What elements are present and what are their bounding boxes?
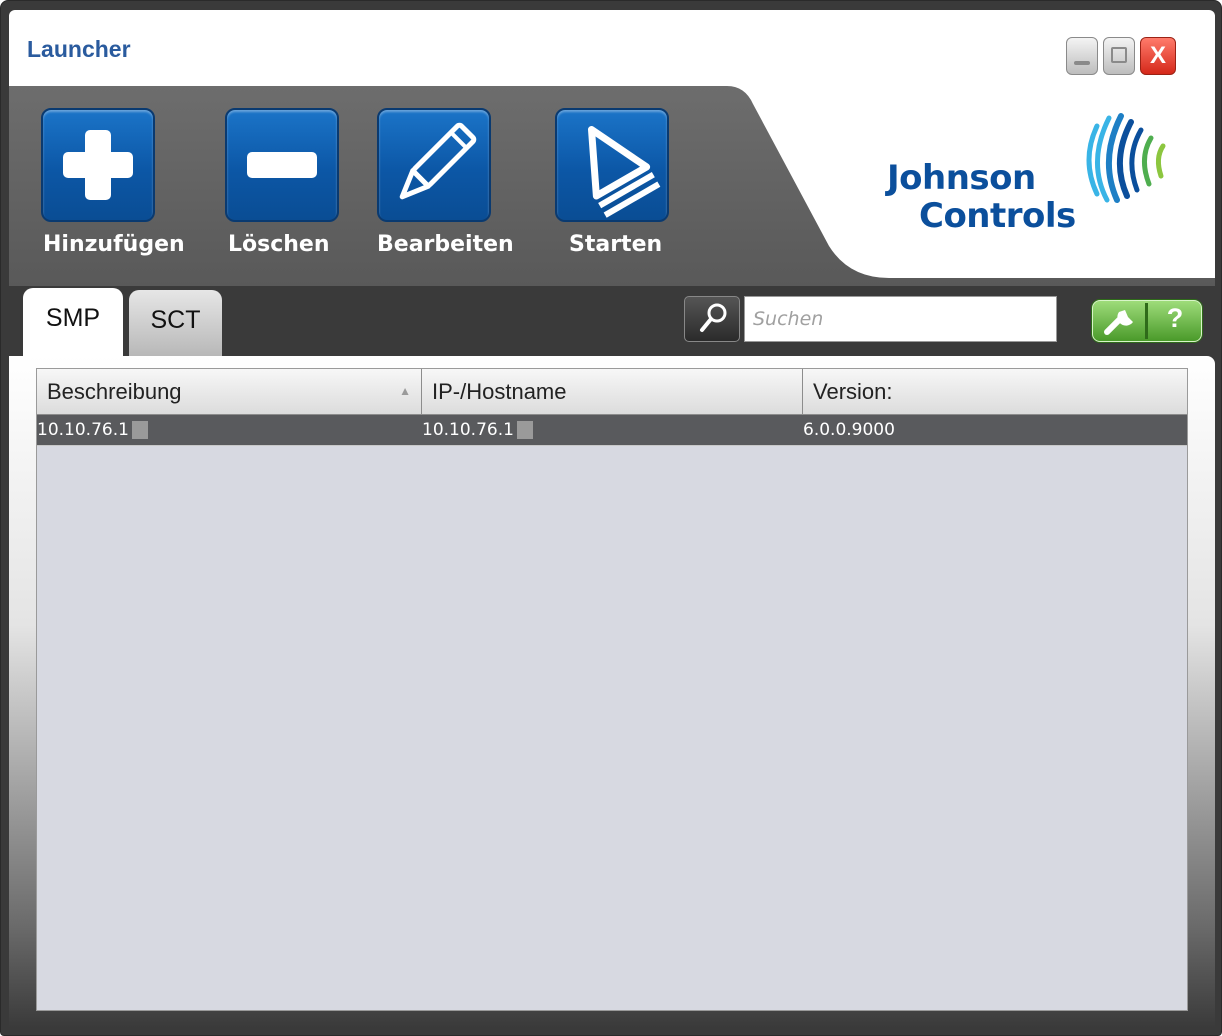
settings-help-button[interactable]: ? (1092, 300, 1202, 342)
placeholder-box (516, 421, 533, 439)
minimize-button[interactable] (1066, 37, 1098, 75)
devices-table: Beschreibung ▲ IP-/Hostname Version: 10.… (36, 368, 1188, 1011)
row-description-cell: 10.10.76.1 (37, 415, 148, 445)
logo-text-controls: Controls (919, 196, 1076, 236)
launcher-window: Launcher X Hinzufügen Löschen Bearbeiten… (0, 0, 1222, 1036)
column-header-hostname-label: IP-/Hostname (432, 379, 567, 404)
tab-smp[interactable]: SMP (23, 288, 123, 356)
close-button[interactable]: X (1140, 37, 1176, 75)
content-panel: Beschreibung ▲ IP-/Hostname Version: 10.… (9, 356, 1215, 1028)
column-header-version-label: Version: (813, 379, 893, 404)
column-header-hostname[interactable]: IP-/Hostname (422, 369, 803, 414)
search-button[interactable] (684, 296, 740, 342)
table-header: Beschreibung ▲ IP-/Hostname Version: (37, 369, 1187, 415)
window-title: Launcher (27, 36, 131, 62)
launch-icon (588, 125, 661, 218)
edit-label: Bearbeiten (377, 232, 514, 257)
tools-divider (1145, 303, 1148, 339)
plus-icon (63, 130, 133, 200)
row-description: 10.10.76.1 (37, 420, 129, 440)
toolbar-header: Hinzufügen Löschen Bearbeiten Starten Jo… (9, 86, 1215, 286)
column-header-description[interactable]: Beschreibung ▲ (37, 369, 422, 414)
company-logo: Johnson Controls (887, 108, 1187, 248)
start-button[interactable] (555, 108, 669, 222)
table-row[interactable]: 10.10.76.1 10.10.76.1 6.0.0.9000 (37, 415, 1187, 446)
row-version: 6.0.0.9000 (803, 420, 895, 440)
close-label: X (1149, 42, 1166, 69)
help-icon[interactable]: ? (1151, 303, 1199, 334)
minus-icon (247, 152, 317, 178)
title-bar: Launcher X (9, 10, 1215, 86)
search-icon (700, 303, 727, 332)
add-label: Hinzufügen (43, 232, 185, 257)
edit-button[interactable] (377, 108, 491, 222)
maximize-button[interactable] (1103, 37, 1135, 75)
logo-text-johnson: Johnson (887, 158, 1036, 198)
placeholder-box (131, 421, 148, 439)
wrench-icon (1104, 310, 1133, 335)
pencil-icon (399, 122, 477, 200)
delete-label: Löschen (228, 232, 330, 257)
tab-sct[interactable]: SCT (129, 290, 222, 356)
add-button[interactable] (41, 108, 155, 222)
tab-sct-label: SCT (150, 306, 201, 334)
sort-ascending-icon: ▲ (399, 384, 411, 398)
delete-button[interactable] (225, 108, 339, 222)
search-input[interactable] (744, 296, 1057, 342)
row-host-cell: 10.10.76.1 (422, 415, 533, 445)
column-header-description-label: Beschreibung (47, 379, 182, 404)
tab-smp-label: SMP (45, 304, 101, 332)
row-version-cell: 6.0.0.9000 (803, 415, 895, 445)
start-label: Starten (569, 232, 663, 257)
tabs-bar: SMP SCT ? (9, 286, 1215, 356)
column-header-version[interactable]: Version: (803, 369, 1187, 414)
logo-mark-icon (1086, 113, 1166, 203)
row-host: 10.10.76.1 (422, 420, 514, 440)
